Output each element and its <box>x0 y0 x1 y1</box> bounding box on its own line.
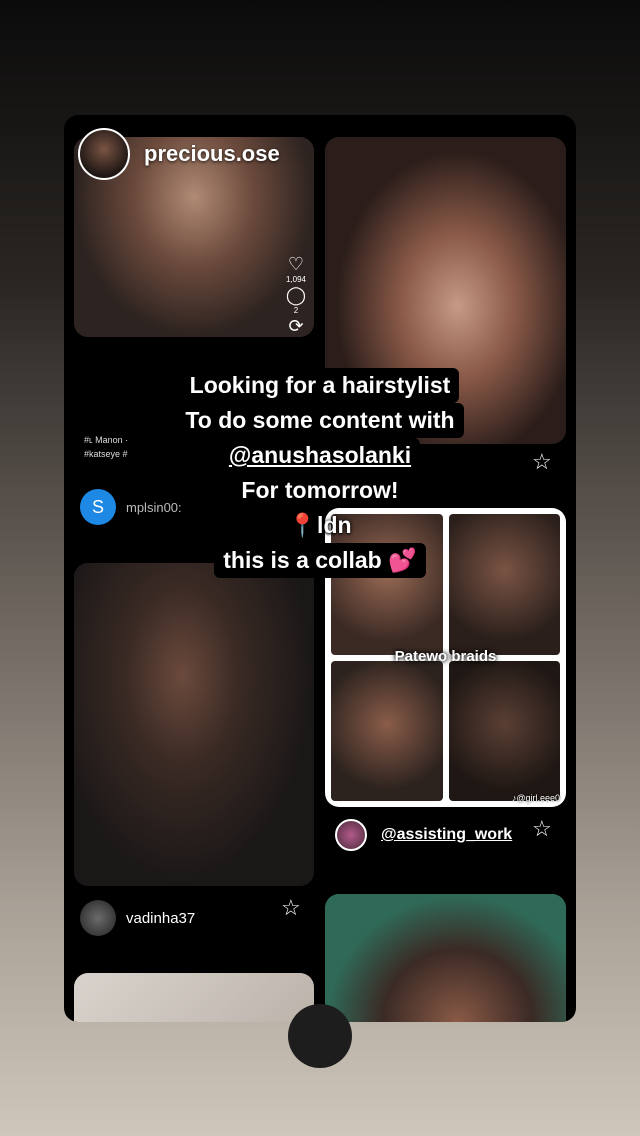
heart-outline-icon[interactable]: ♡ <box>288 255 304 273</box>
pin-1-comments: 2 <box>293 306 299 315</box>
pin-7[interactable] <box>325 894 566 1022</box>
collage-photo <box>331 660 443 801</box>
pin-7-image <box>325 894 566 1022</box>
repeat-icon[interactable]: ⟳ <box>288 317 303 335</box>
username: vadinha37 <box>126 909 196 927</box>
pin-6[interactable] <box>74 973 314 1022</box>
pin-1-engagement: ♡ 1,094 ◯ 2 ⟳ <box>283 255 309 335</box>
overlay-line: this is a collab 💕 <box>214 543 426 578</box>
tiktok-watermark: ♪@girl.eee0 <box>511 793 560 803</box>
story-owner[interactable]: precious.ose <box>78 128 280 180</box>
avatar <box>335 819 367 851</box>
star-outline-icon[interactable]: ☆ <box>532 818 552 840</box>
owner-avatar[interactable] <box>78 128 130 180</box>
comment-bubble-icon[interactable]: ◯ <box>286 286 306 304</box>
collage-photo <box>448 660 560 801</box>
pin-5-user-row[interactable]: vadinha37 <box>80 900 195 936</box>
pin-1-likes: 1,094 <box>285 275 307 284</box>
star-outline-icon[interactable]: ☆ <box>281 897 301 919</box>
overlay-line: To do some content with <box>176 403 464 438</box>
mention-sticker[interactable]: @assisting_work <box>335 819 519 851</box>
pin-5-image <box>74 563 314 886</box>
overlay-line: Looking for a hairstylist <box>180 368 460 403</box>
pin-5[interactable] <box>74 563 314 886</box>
overlay-line: 📍ldn <box>288 512 352 538</box>
mention-text[interactable]: @assisting_work <box>375 824 519 846</box>
story-text-overlay: Looking for a hairstylist To do some con… <box>0 368 640 578</box>
avatar <box>80 900 116 936</box>
pin-6-image <box>74 973 314 1022</box>
overlay-line: For tomorrow! <box>232 473 408 508</box>
overlay-mention[interactable]: @anushasolanki <box>219 438 421 473</box>
pin-4-label: Patewo braids <box>394 648 497 665</box>
owner-name[interactable]: precious.ose <box>144 141 280 167</box>
reply-bubble[interactable] <box>288 1004 352 1068</box>
